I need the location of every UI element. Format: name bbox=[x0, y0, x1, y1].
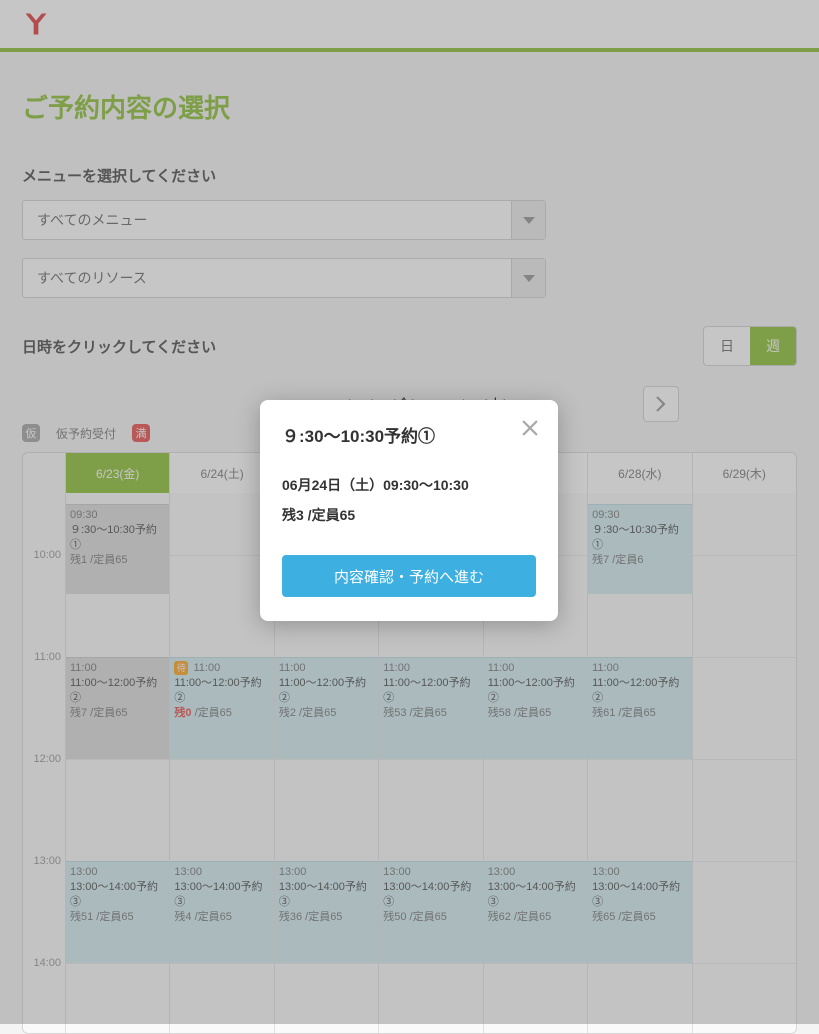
modal-cap-line: 残3 /定員65 bbox=[282, 505, 536, 525]
close-button[interactable] bbox=[518, 416, 542, 440]
reservation-modal: ９:30〜10:30予約① 06月24日（土）09:30〜10:30 残3 /定… bbox=[260, 400, 558, 621]
proceed-button[interactable]: 内容確認・予約へ進む bbox=[282, 555, 536, 597]
modal-title: ９:30〜10:30予約① bbox=[282, 422, 536, 447]
modal-date-line: 06月24日（土）09:30〜10:30 bbox=[282, 475, 536, 495]
close-icon bbox=[521, 419, 539, 437]
